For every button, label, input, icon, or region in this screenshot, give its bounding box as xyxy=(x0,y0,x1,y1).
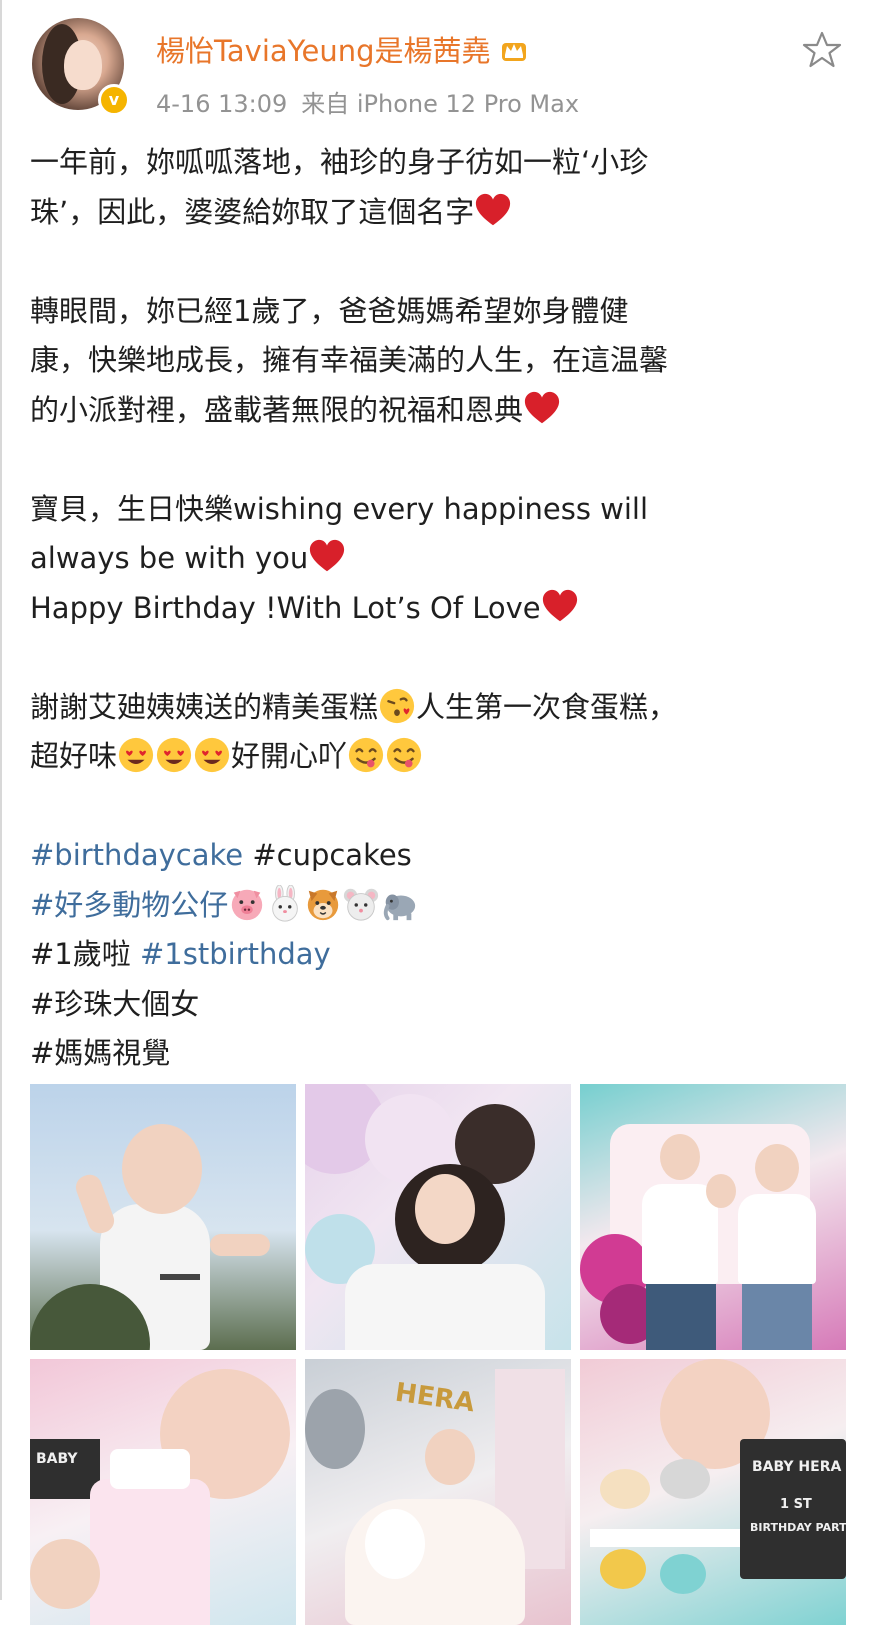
red-heart-icon xyxy=(310,539,345,572)
username-text: 楊怡TaviaYeung是楊茜堯 xyxy=(156,34,491,68)
photo-thumbnail[interactable]: BABY HERA 1 ST BIRTHDAY PARTY xyxy=(580,1359,846,1625)
post-line: Happy Birthday !With Lot’s Of Love xyxy=(30,584,860,634)
heart-eyes-emoji-icon xyxy=(156,737,192,773)
post-timestamp: 4-16 13:09 xyxy=(156,90,288,118)
post-text: 轉眼間，妳已經1歲了，爸爸媽媽希望妳身體健 xyxy=(30,293,629,328)
hashtag-link[interactable]: #好多動物公仔 xyxy=(30,888,228,922)
post-meta: 4-16 13:09 来自 iPhone 12 Pro Max xyxy=(156,84,579,119)
photo-caption: BABY HERA xyxy=(752,1459,842,1475)
pig-face-emoji-icon xyxy=(232,889,263,920)
post-line: #birthdaycake #cupcakes xyxy=(30,831,860,881)
rabbit-face-emoji-icon xyxy=(272,884,299,922)
post-line: 康，快樂地成長，擁有幸福美滿的人生，在這温馨 xyxy=(30,336,860,386)
verified-v-icon: v xyxy=(98,84,130,116)
post-line: 的小派對裡，盛載著無限的祝福和恩典 xyxy=(30,386,860,436)
red-heart-icon xyxy=(524,391,560,423)
post-line: #1歲啦 #1stbirthday xyxy=(30,930,860,980)
post-line: 超好味 好開心吖 xyxy=(30,732,860,782)
left-divider xyxy=(0,0,2,1600)
post-text: 寶貝，生日快樂wishing every happiness will xyxy=(30,491,649,526)
post-header: v 楊怡TaviaYeung是楊茜堯 4-16 13:09 来自 iPhone 1… xyxy=(32,18,862,118)
post-line: #媽媽視覺 xyxy=(30,1029,860,1079)
hashtag-link[interactable]: #1stbirthday xyxy=(140,937,331,971)
post-text: 人生第一次食蛋糕， xyxy=(416,689,678,724)
heart-eyes-emoji-icon xyxy=(118,737,154,773)
post-line: 珠’，因此，婆婆給妳取了這個名字 xyxy=(30,188,860,238)
hashtag-link[interactable]: #birthdaycake xyxy=(30,838,243,872)
post-text: Happy Birthday !With Lot’s Of Love xyxy=(30,590,541,625)
photo-thumbnail[interactable] xyxy=(305,1084,571,1350)
hashtag-text: #珍珠大個女 xyxy=(30,986,200,1021)
kissing-face-emoji-icon xyxy=(379,688,415,723)
photo-caption: BABY xyxy=(36,1451,78,1467)
photo-caption: BIRTHDAY PARTY xyxy=(750,1521,846,1534)
post-text: 康，快樂地成長，擁有幸福美滿的人生，在這温馨 xyxy=(30,343,669,377)
heart-eyes-emoji-icon xyxy=(194,737,230,773)
red-heart-icon xyxy=(542,589,577,621)
crown-icon xyxy=(501,43,526,61)
post-text: 好開心吖 xyxy=(231,739,348,773)
post-text: 一年前，妳呱呱落地，袖珍的身子彷如一粒‘小珍 xyxy=(30,145,649,179)
post-text: 的小派對裡，盛載著無限的祝福和恩典 xyxy=(30,392,524,427)
photo-thumbnail[interactable] xyxy=(30,1084,296,1350)
star-outline-icon[interactable] xyxy=(802,30,842,70)
post-line: #珍珠大個女 xyxy=(30,980,860,1030)
elephant-emoji-icon xyxy=(384,894,416,920)
post-line: 謝謝艾廸姨姨送的精美蛋糕 人生第一次食蛋糕， xyxy=(30,683,860,733)
photo-thumbnail[interactable] xyxy=(580,1084,846,1350)
photo-thumbnail[interactable]: BABY xyxy=(30,1359,296,1625)
post-source: 来自 iPhone 12 Pro Max xyxy=(301,90,580,118)
post-line: always be with you xyxy=(30,534,860,584)
hashtag-text: #1歲啦 xyxy=(30,937,131,971)
dog-face-emoji-icon xyxy=(308,889,339,920)
hashtag-text: #cupcakes xyxy=(252,838,412,872)
post-text: always be with you xyxy=(30,541,309,575)
hashtag-text: #媽媽視覺 xyxy=(30,1036,171,1070)
yum-face-emoji-icon xyxy=(386,737,422,773)
post-line: 轉眼間，妳已經1歲了，爸爸媽媽希望妳身體健 xyxy=(30,287,860,337)
mouse-face-emoji-icon xyxy=(344,888,379,921)
post-line: #好多動物公仔 xyxy=(30,881,860,931)
post-text: 謝謝艾廸姨姨送的精美蛋糕 xyxy=(30,689,379,724)
post-text: 超好味 xyxy=(30,739,118,773)
photo-thumbnail[interactable]: HERA xyxy=(305,1359,571,1625)
post-text: 珠’，因此，婆婆給妳取了這個名字 xyxy=(30,194,475,229)
post-line: 寶貝，生日快樂wishing every happiness will xyxy=(30,485,860,535)
yum-face-emoji-icon xyxy=(348,737,384,773)
photo-caption: HERA xyxy=(393,1377,477,1419)
username-link[interactable]: 楊怡TaviaYeung是楊茜堯 xyxy=(156,28,529,70)
post-line: 一年前，妳呱呱落地，袖珍的身子彷如一粒‘小珍 xyxy=(30,138,860,188)
photo-caption: 1 ST xyxy=(780,1497,812,1512)
post-body: 一年前，妳呱呱落地，袖珍的身子彷如一粒‘小珍 珠’，因此，婆婆給妳取了這個名字 … xyxy=(30,138,860,1079)
red-heart-icon xyxy=(476,193,511,225)
